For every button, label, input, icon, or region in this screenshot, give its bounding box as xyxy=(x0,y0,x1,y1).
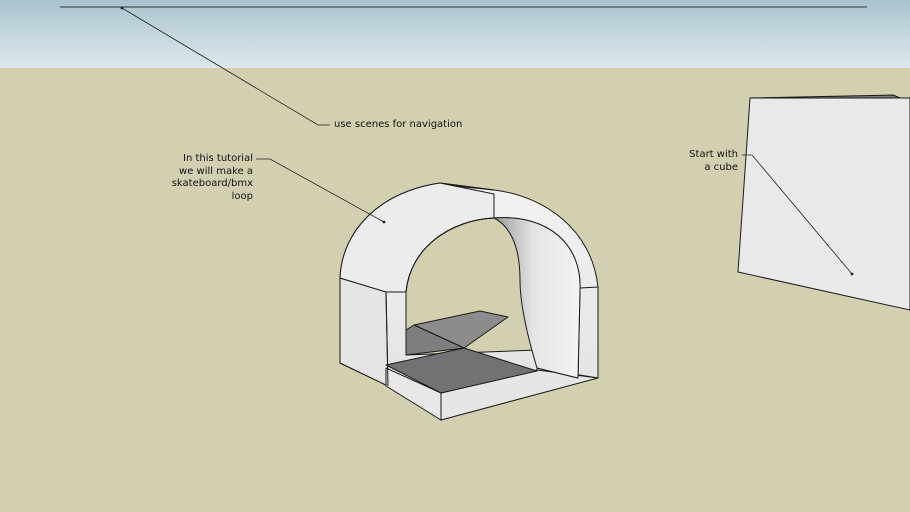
leader-tutorial xyxy=(256,158,385,223)
annotation-line: skateboard/bmx xyxy=(171,178,253,189)
loop-model[interactable] xyxy=(339,182,599,421)
cube-front-face xyxy=(737,97,910,311)
cube-model[interactable] xyxy=(737,94,910,311)
leader-dot xyxy=(850,272,854,276)
model-scene[interactable] xyxy=(0,0,910,512)
annotation-cube[interactable]: Start with a cube xyxy=(682,149,738,174)
annotation-scenes[interactable]: use scenes for navigation xyxy=(334,119,462,132)
annotation-line: we will make a xyxy=(179,165,253,177)
annotation-line: a cube xyxy=(704,161,738,173)
leader-scenes xyxy=(121,7,330,126)
model-viewport[interactable]: use scenes for navigation In this tutori… xyxy=(0,0,910,512)
loop-left-pillar xyxy=(339,277,389,387)
annotation-line: Start with xyxy=(689,149,738,160)
leader-dot xyxy=(120,6,124,10)
annotation-tutorial[interactable]: In this tutorial we will make a skateboa… xyxy=(162,153,253,203)
annotation-line: loop xyxy=(231,190,253,202)
annotation-line: In this tutorial xyxy=(183,153,253,164)
leader-dot xyxy=(382,220,386,224)
